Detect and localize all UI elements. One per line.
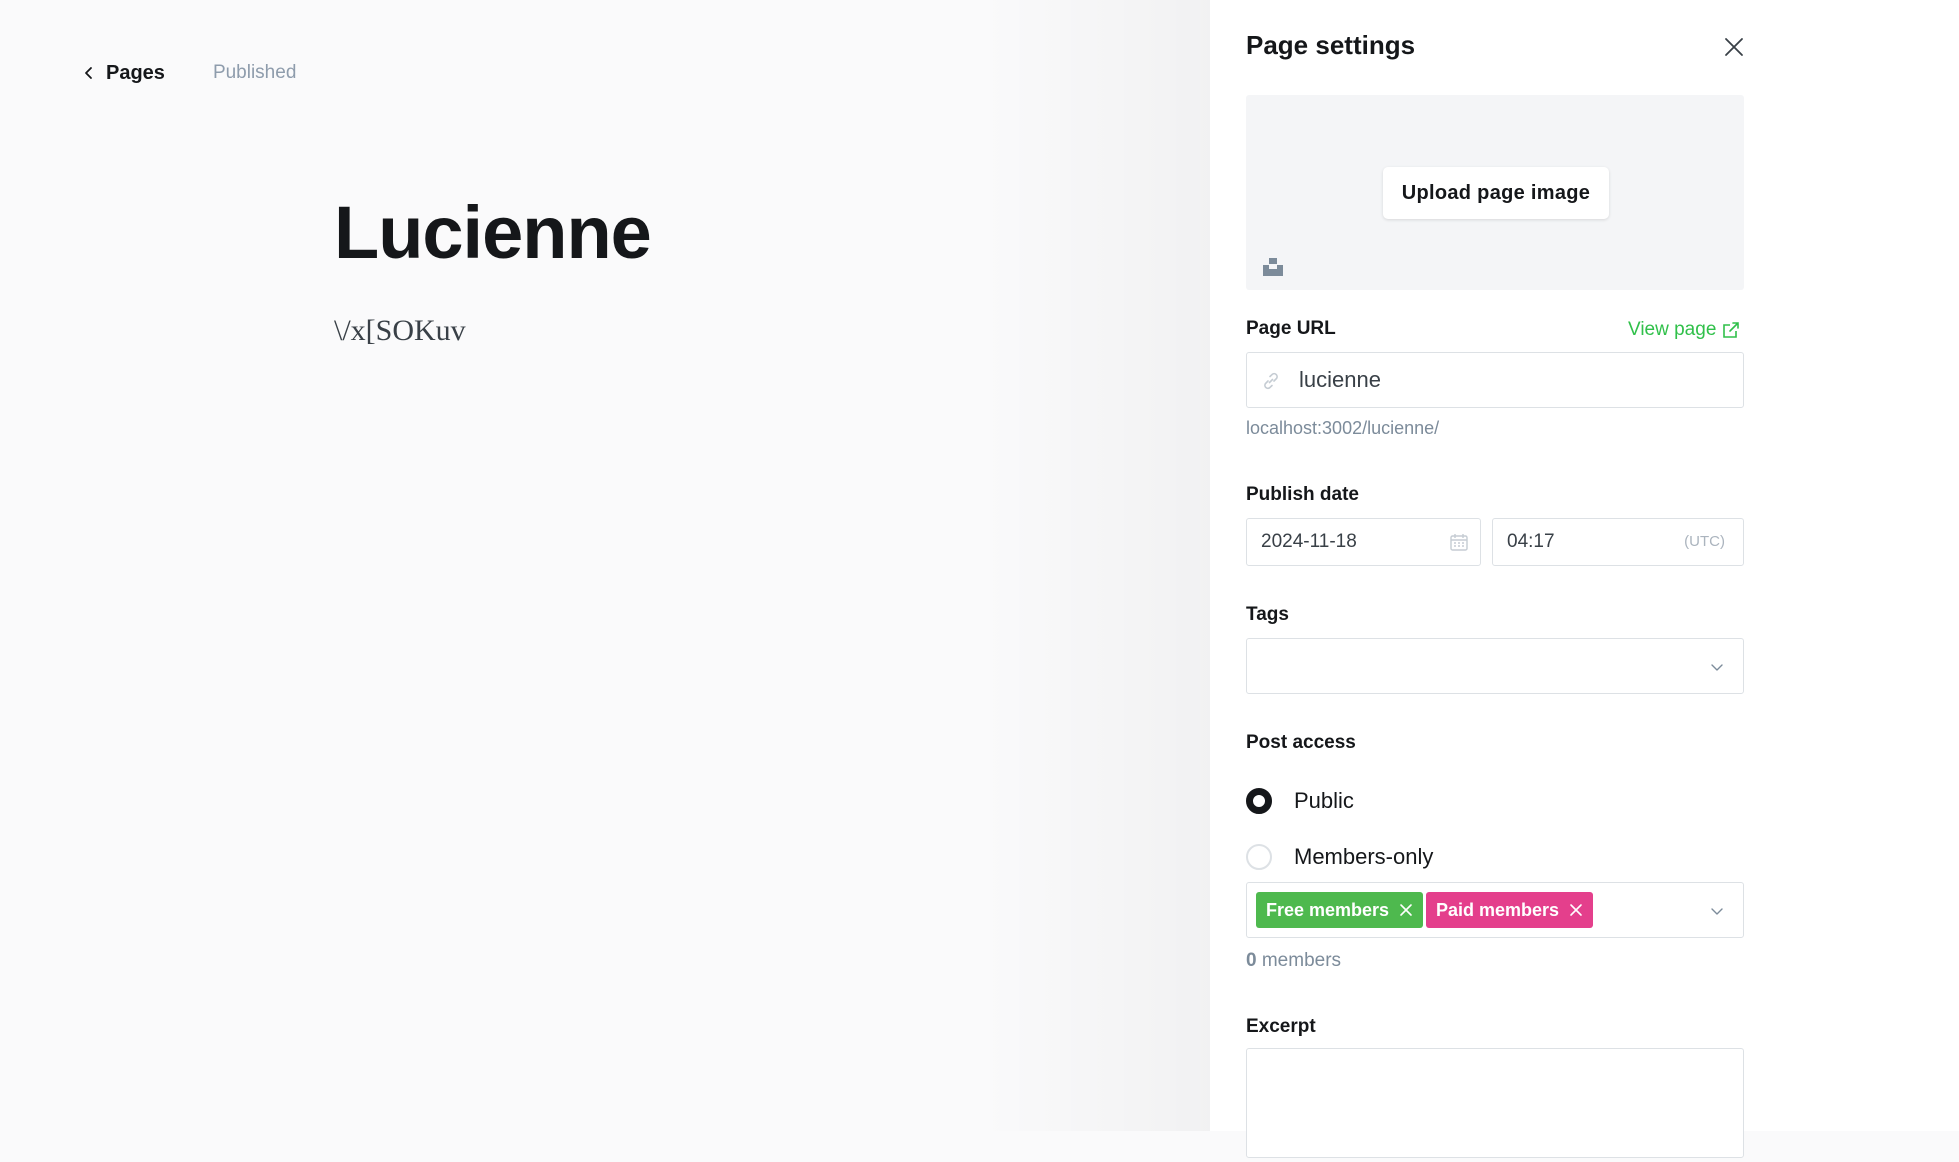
page-url-input[interactable] [1297, 353, 1727, 407]
members-only-radio[interactable] [1246, 844, 1272, 870]
segment-token-label: Paid members [1436, 899, 1560, 920]
publish-date-input[interactable] [1259, 519, 1439, 565]
external-link-icon [1723, 322, 1740, 338]
member-count: 0 members [1246, 950, 1341, 972]
publish-time-input[interactable] [1505, 519, 1655, 565]
members-only-radio-label: Members-only [1294, 844, 1434, 869]
page-url-label: Page URL [1246, 318, 1336, 339]
breadcrumb: Pages Published [82, 58, 296, 88]
view-page-label: View page [1628, 319, 1717, 340]
member-count-suffix: members [1261, 950, 1342, 971]
post-access-label: Post access [1246, 732, 1356, 753]
remove-icon[interactable] [1569, 903, 1583, 917]
publish-time-field[interactable]: (UTC) [1492, 518, 1744, 566]
segment-token-label: Free members [1266, 899, 1390, 920]
post-body[interactable]: \/x[SOKuv [334, 314, 466, 348]
chevron-down-icon [1711, 908, 1723, 915]
tags-label: Tags [1246, 604, 1289, 625]
post-status: Published [212, 62, 297, 83]
link-icon [1264, 372, 1278, 390]
segment-token-paid: Paid members [1426, 892, 1594, 928]
remove-icon[interactable] [1399, 903, 1413, 917]
page-image-dropzone[interactable]: Upload page image [1246, 95, 1744, 290]
excerpt-field[interactable] [1246, 1048, 1744, 1158]
public-radio-label: Public [1294, 788, 1354, 813]
close-button[interactable] [1720, 33, 1748, 61]
public-radio[interactable] [1246, 788, 1272, 814]
post-title[interactable]: Lucienne [334, 196, 652, 270]
page-url-hint: localhost:3002/lucienne/ [1246, 418, 1440, 438]
timezone-label: (UTC) [1684, 533, 1725, 550]
access-option-public[interactable]: Public [1246, 788, 1354, 814]
page-url-field[interactable] [1246, 352, 1744, 408]
back-to-pages-link[interactable]: Pages [82, 62, 165, 85]
chevron-down-icon [1711, 664, 1723, 671]
close-icon [1725, 38, 1743, 56]
editor-area: Pages Published Lucienne \/x[SOKuv [0, 0, 1210, 1131]
unsplash-icon[interactable] [1263, 256, 1283, 276]
member-segment-select[interactable]: Free members Paid members [1246, 882, 1744, 938]
publish-date-label: Publish date [1246, 484, 1359, 505]
view-page-link[interactable]: View page [1628, 319, 1740, 341]
page-settings-panel: Page settings Upload page image Page URL… [1210, 0, 1959, 1158]
upload-page-image-button[interactable]: Upload page image [1383, 167, 1609, 219]
calendar-icon[interactable] [1449, 532, 1469, 552]
excerpt-textarea[interactable] [1247, 1049, 1743, 1157]
chevron-left-icon [85, 67, 92, 79]
back-label: Pages [106, 61, 165, 84]
panel-title: Page settings [1246, 30, 1416, 60]
member-count-number: 0 [1246, 950, 1257, 971]
excerpt-label: Excerpt [1246, 1016, 1316, 1037]
panel-shadow [980, 0, 1210, 1131]
publish-date-field[interactable] [1246, 518, 1481, 566]
tags-select[interactable] [1246, 638, 1744, 694]
access-option-members-only[interactable]: Members-only [1246, 844, 1433, 870]
segment-token-free: Free members [1256, 892, 1424, 928]
